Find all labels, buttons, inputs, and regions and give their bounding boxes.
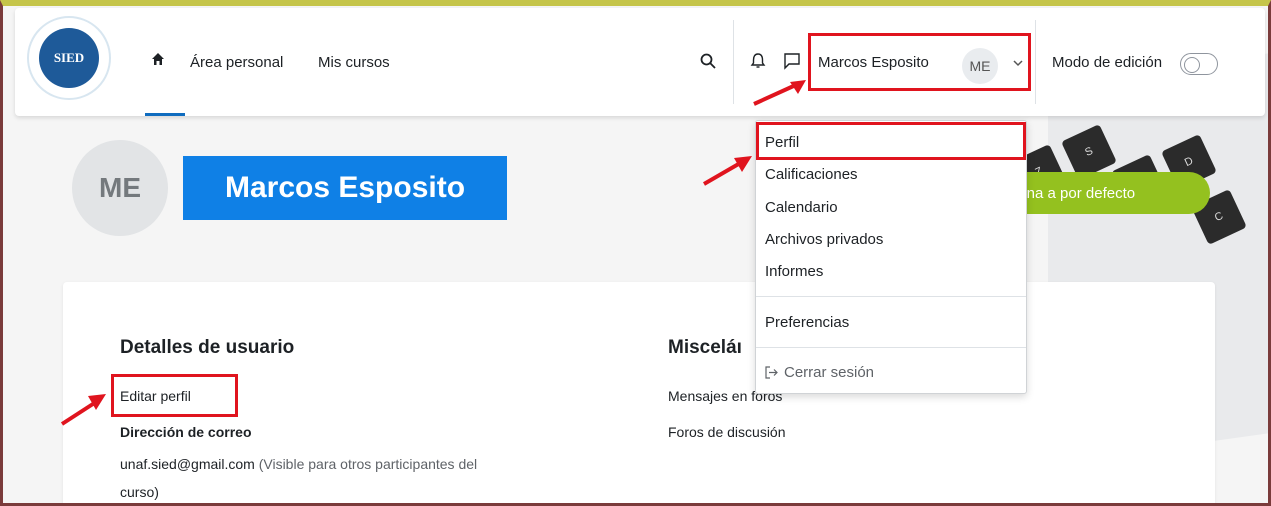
chat-icon[interactable] <box>783 52 801 70</box>
pointer-arrow-icon <box>60 394 106 426</box>
menu-item-logout[interactable]: Cerrar sesión <box>765 364 874 381</box>
profile-avatar: ME <box>72 140 168 236</box>
menu-item-reports[interactable]: Informes <box>765 263 823 280</box>
email-visibility-cont: curso) <box>120 484 159 500</box>
email-line: unaf.sied@gmail.com (Visible para otros … <box>120 456 477 472</box>
bell-icon[interactable] <box>750 52 766 70</box>
highlight-edit-profile <box>111 374 238 417</box>
profile-full-name: Marcos Esposito <box>183 156 507 220</box>
email-value: unaf.sied@gmail.com <box>120 456 255 472</box>
logo-text: SIED <box>39 28 99 88</box>
nav-link-dashboard[interactable]: Área personal <box>190 54 283 71</box>
home-icon[interactable] <box>151 52 165 66</box>
site-logo[interactable]: SIED <box>27 16 111 100</box>
user-dropdown-menu: Perfil Calificaciones Calendario Archivo… <box>755 120 1027 394</box>
nav-link-my-courses[interactable]: Mis cursos <box>318 54 390 71</box>
search-icon[interactable] <box>699 52 717 70</box>
misc-heading: Misceláı <box>668 337 742 358</box>
email-visibility: (Visible para otros participantes del <box>258 456 478 472</box>
highlight-profile-item <box>756 122 1026 160</box>
edit-mode-label: Modo de edición <box>1052 54 1163 71</box>
menu-divider <box>756 296 1026 297</box>
menu-item-grades[interactable]: Calificaciones <box>765 166 858 183</box>
menu-item-calendar[interactable]: Calendario <box>765 199 838 216</box>
top-navbar: SIED Área personal Mis cursos Marcos Esp… <box>15 8 1265 116</box>
logout-label: Cerrar sesión <box>784 364 875 381</box>
highlight-user-menu <box>808 33 1031 91</box>
menu-item-private-files[interactable]: Archivos privados <box>765 231 883 248</box>
active-tab-indicator <box>145 113 185 116</box>
user-details-heading: Detalles de usuario <box>120 337 295 358</box>
pointer-arrow-icon <box>753 80 806 106</box>
logout-icon <box>765 366 778 379</box>
email-label: Dirección de correo <box>120 424 252 440</box>
menu-divider <box>756 347 1026 348</box>
navbar-divider <box>733 20 734 104</box>
pointer-arrow-icon <box>702 156 752 186</box>
edit-mode-toggle[interactable] <box>1180 53 1218 75</box>
forum-discussions-link[interactable]: Foros de discusión <box>668 424 786 440</box>
navbar-divider <box>1035 20 1036 104</box>
menu-item-preferences[interactable]: Preferencias <box>765 314 849 331</box>
